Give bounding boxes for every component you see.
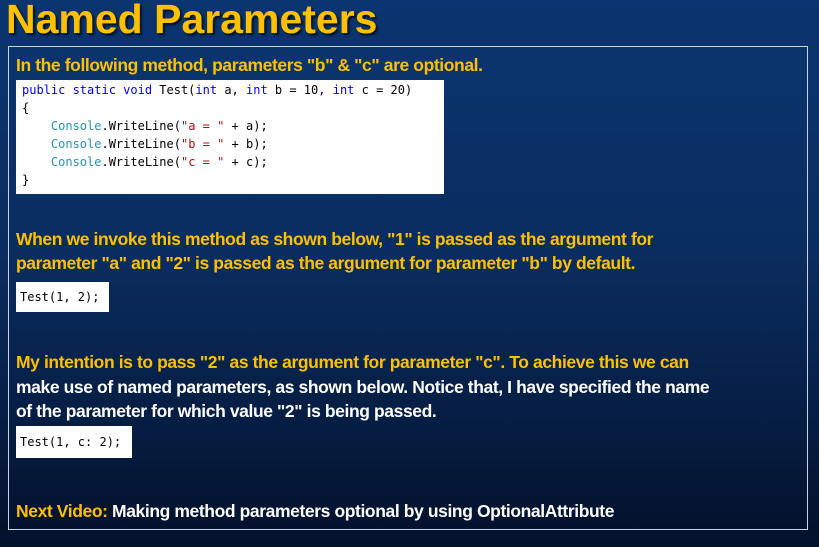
code-rest: + b);	[224, 137, 268, 151]
code-class: Console	[50, 137, 102, 151]
code-string: "a = "	[180, 119, 225, 133]
intention-text-line3: of the parameter for which value "2" is …	[16, 401, 437, 421]
call-code-block-2: Test(1, c: 2);	[16, 426, 132, 458]
intention-text-line1: My intention is to pass "2" as the argum…	[16, 352, 689, 372]
code-open-brace: {	[22, 101, 30, 115]
code-class: Console	[50, 119, 102, 133]
code-param-type: int	[332, 83, 355, 97]
code-close-brace: }	[22, 173, 30, 187]
code-param: b = 10,	[267, 83, 333, 97]
invoke-text-line1: When we invoke this method as shown belo…	[16, 229, 654, 249]
call-code-block-1: Test(1, 2);	[16, 282, 109, 312]
code-class: Console	[50, 155, 102, 169]
code-method: .WriteLine(	[101, 119, 181, 133]
code-string: "b = "	[180, 137, 225, 151]
code-method: .WriteLine(	[101, 137, 181, 151]
intro-text: In the following method, parameters "b" …	[16, 55, 483, 75]
code-method-name: Test(	[152, 83, 196, 97]
intention-text-line2: make use of named parameters, as shown b…	[16, 377, 710, 397]
code-param-type: int	[195, 83, 218, 97]
next-video-label: Next Video:	[16, 501, 108, 521]
code-rest: + c);	[224, 155, 268, 169]
code-keywords: public static void	[22, 83, 153, 97]
slide-title: Named Parameters	[6, 0, 378, 42]
code-param: a,	[217, 83, 246, 97]
code-string: "c = "	[180, 155, 225, 169]
next-video-text: Next Video: Making method parameters opt…	[16, 499, 614, 523]
code-param: c = 20)	[354, 83, 413, 97]
next-video-title: Making method parameters optional by usi…	[107, 501, 615, 521]
code-param-type: int	[246, 83, 268, 97]
method-code-block: public static void Test(int a, int b = 1…	[16, 80, 444, 194]
code-method: .WriteLine(	[101, 155, 181, 169]
code-rest: + a);	[224, 119, 268, 133]
invoke-text-line2: parameter "a" and "2" is passed as the a…	[16, 253, 636, 273]
